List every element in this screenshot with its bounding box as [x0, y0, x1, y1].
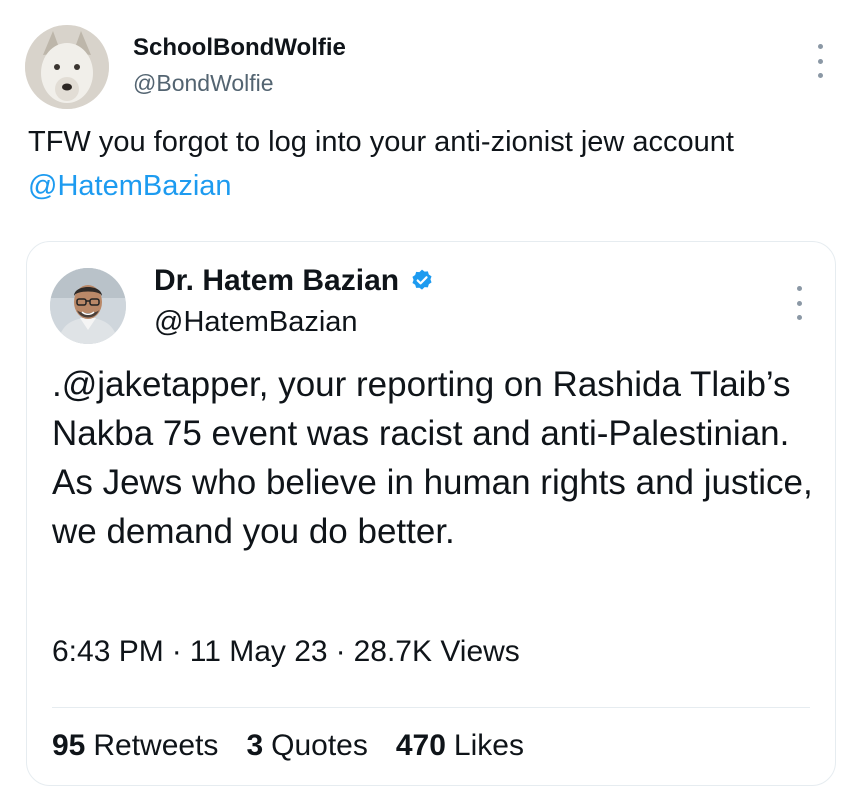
- tweet-date[interactable]: 11 May 23: [190, 635, 328, 669]
- tweet-body: TFW you forgot to log into your anti-zio…: [28, 126, 734, 158]
- quotes-label: Quotes: [271, 729, 368, 762]
- wolf-avatar-icon[interactable]: [25, 25, 109, 109]
- tweet-metadata: 6:43 PM · 11 May 23 · 28.7K Views: [52, 635, 520, 669]
- tweet-time[interactable]: 6:43 PM: [52, 635, 164, 669]
- retweets-stat[interactable]: 95 Retweets: [52, 729, 218, 763]
- verified-badge-icon: [409, 268, 435, 294]
- more-options-icon[interactable]: [789, 286, 809, 320]
- retweets-count: 95: [52, 729, 86, 762]
- divider: [52, 707, 810, 708]
- more-options-icon[interactable]: [810, 44, 830, 78]
- quoted-author[interactable]: Dr. Hatem Bazian: [154, 264, 435, 298]
- meta-separator: ·: [171, 635, 182, 668]
- user-avatar-icon[interactable]: [50, 268, 126, 344]
- author-handle[interactable]: @BondWolfie: [133, 70, 274, 97]
- likes-count: 470: [395, 729, 446, 762]
- quoted-tweet-card[interactable]: Dr. Hatem Bazian @HatemBazian .@jaketapp…: [26, 241, 836, 786]
- quoted-tweet-text: .@jaketapper, your reporting on Rashida …: [52, 365, 813, 551]
- quotes-count: 3: [246, 729, 264, 762]
- tweet-views[interactable]: 28.7K Views: [354, 635, 520, 669]
- engagement-stats: 95 Retweets 3 Quotes 470 Likes: [52, 729, 524, 763]
- likes-stat[interactable]: 470 Likes: [396, 729, 524, 763]
- tweet-text: TFW you forgot to log into your anti-zio…: [28, 120, 828, 208]
- mention-link[interactable]: @HatemBazian: [28, 170, 232, 202]
- retweets-label: Retweets: [93, 729, 219, 762]
- quoted-author-handle[interactable]: @HatemBazian: [154, 306, 358, 339]
- likes-label: Likes: [453, 729, 524, 762]
- author-name[interactable]: SchoolBondWolfie: [133, 34, 346, 62]
- meta-separator: ·: [335, 635, 346, 668]
- quotes-stat[interactable]: 3 Quotes: [246, 729, 367, 763]
- quoted-author-name[interactable]: Dr. Hatem Bazian: [154, 264, 399, 298]
